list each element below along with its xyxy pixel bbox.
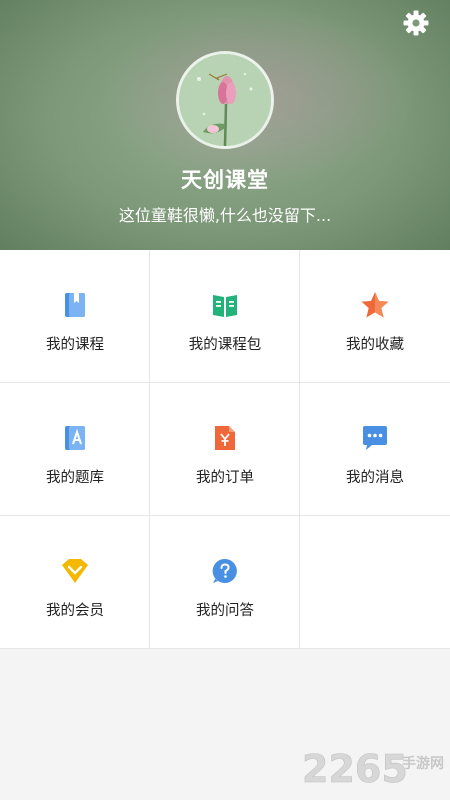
menu-item-label: 我的消息: [346, 470, 404, 486]
menu-item-my-question-bank[interactable]: 我的题库: [0, 383, 150, 516]
page-title: 天创课堂: [181, 168, 269, 192]
menu-item-label: 我的会员: [46, 603, 104, 619]
question-bank-icon: [60, 423, 90, 453]
menu-item-my-course-packages[interactable]: 我的课程包: [150, 250, 300, 383]
member-icon: [60, 556, 90, 586]
star-icon: [360, 290, 390, 320]
watermark-number: 2265: [302, 747, 408, 790]
order-icon: [210, 423, 240, 453]
menu-item-my-messages[interactable]: 我的消息: [300, 383, 450, 516]
watermark-logo: 2265 手游网: [300, 740, 448, 792]
menu-item-my-orders[interactable]: 我的订单: [150, 383, 300, 516]
menu-item-label: 我的课程包: [188, 337, 262, 353]
book-icon: [60, 290, 90, 320]
profile-subtitle: 这位童鞋很懒,什么也没留下...: [118, 206, 332, 225]
menu-empty-cell: [300, 516, 450, 649]
menu-item-label: 我的课程: [46, 337, 104, 353]
menu-item-my-membership[interactable]: 我的会员: [0, 516, 150, 649]
menu-item-label: 我的问答: [196, 603, 254, 619]
menu-item-label: 我的订单: [196, 470, 254, 486]
menu-item-my-favorites[interactable]: 我的收藏: [300, 250, 450, 383]
open-book-icon: [210, 290, 240, 320]
settings-gear-icon[interactable]: [402, 9, 430, 37]
lotus-avatar-image: [179, 54, 271, 146]
menu-item-label: 我的题库: [46, 470, 104, 486]
menu-grid: 我的课程 我的课程包 我的收藏 我的题库 我的订单 我的消息 我的会员 我的问答: [0, 250, 450, 649]
profile-header: 天创课堂 这位童鞋很懒,什么也没留下...: [0, 0, 450, 250]
menu-item-label: 我的收藏: [346, 337, 404, 353]
qa-icon: [210, 556, 240, 586]
menu-item-my-courses[interactable]: 我的课程: [0, 250, 150, 383]
watermark-text: 手游网: [402, 755, 444, 772]
avatar[interactable]: [176, 51, 274, 149]
menu-item-my-qa[interactable]: 我的问答: [150, 516, 300, 649]
message-icon: [360, 423, 390, 453]
